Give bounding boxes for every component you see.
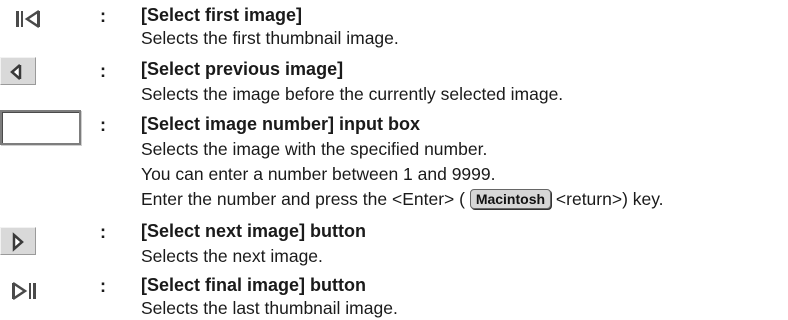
entry-colon: : <box>100 6 106 26</box>
entry-colon: : <box>100 61 106 81</box>
final-image-icon <box>10 281 38 306</box>
next-image-icon <box>12 232 24 252</box>
entry-title: [Select next image] button <box>141 221 367 241</box>
entry-title: [Select final image] button <box>141 275 367 295</box>
entry-colon: : <box>100 115 106 135</box>
entry-description: Selects the next image. <box>141 246 323 266</box>
macintosh-badge: Macintosh <box>469 189 552 209</box>
first-image-icon <box>14 9 42 34</box>
entry-description: Selects the last thumbnail image. <box>141 298 398 318</box>
entry-description: Selects the image with the specified num… <box>141 139 488 159</box>
image-number-input-box[interactable] <box>0 110 81 145</box>
enter-key-text-after: <return>) key. <box>551 189 664 209</box>
entry-title: [Select first image] <box>141 5 303 25</box>
entry-description: Selects the first thumbnail image. <box>141 28 399 48</box>
previous-image-button[interactable] <box>0 57 36 85</box>
next-image-button[interactable] <box>0 227 36 255</box>
entry-title: [Select image number] input box <box>141 114 421 134</box>
entry-description: You can enter a number between 1 and 999… <box>141 164 496 184</box>
entry-colon: : <box>100 276 106 296</box>
entry-title: [Select previous image] <box>141 59 344 79</box>
enter-key-text-before: Enter the number and press the <Enter> ( <box>141 189 470 209</box>
previous-image-icon <box>10 64 22 80</box>
entry-description: Selects the image before the currently s… <box>141 84 564 104</box>
entry-colon: : <box>100 222 106 242</box>
enter-key-instruction: Enter the number and press the <Enter> (… <box>141 189 664 210</box>
